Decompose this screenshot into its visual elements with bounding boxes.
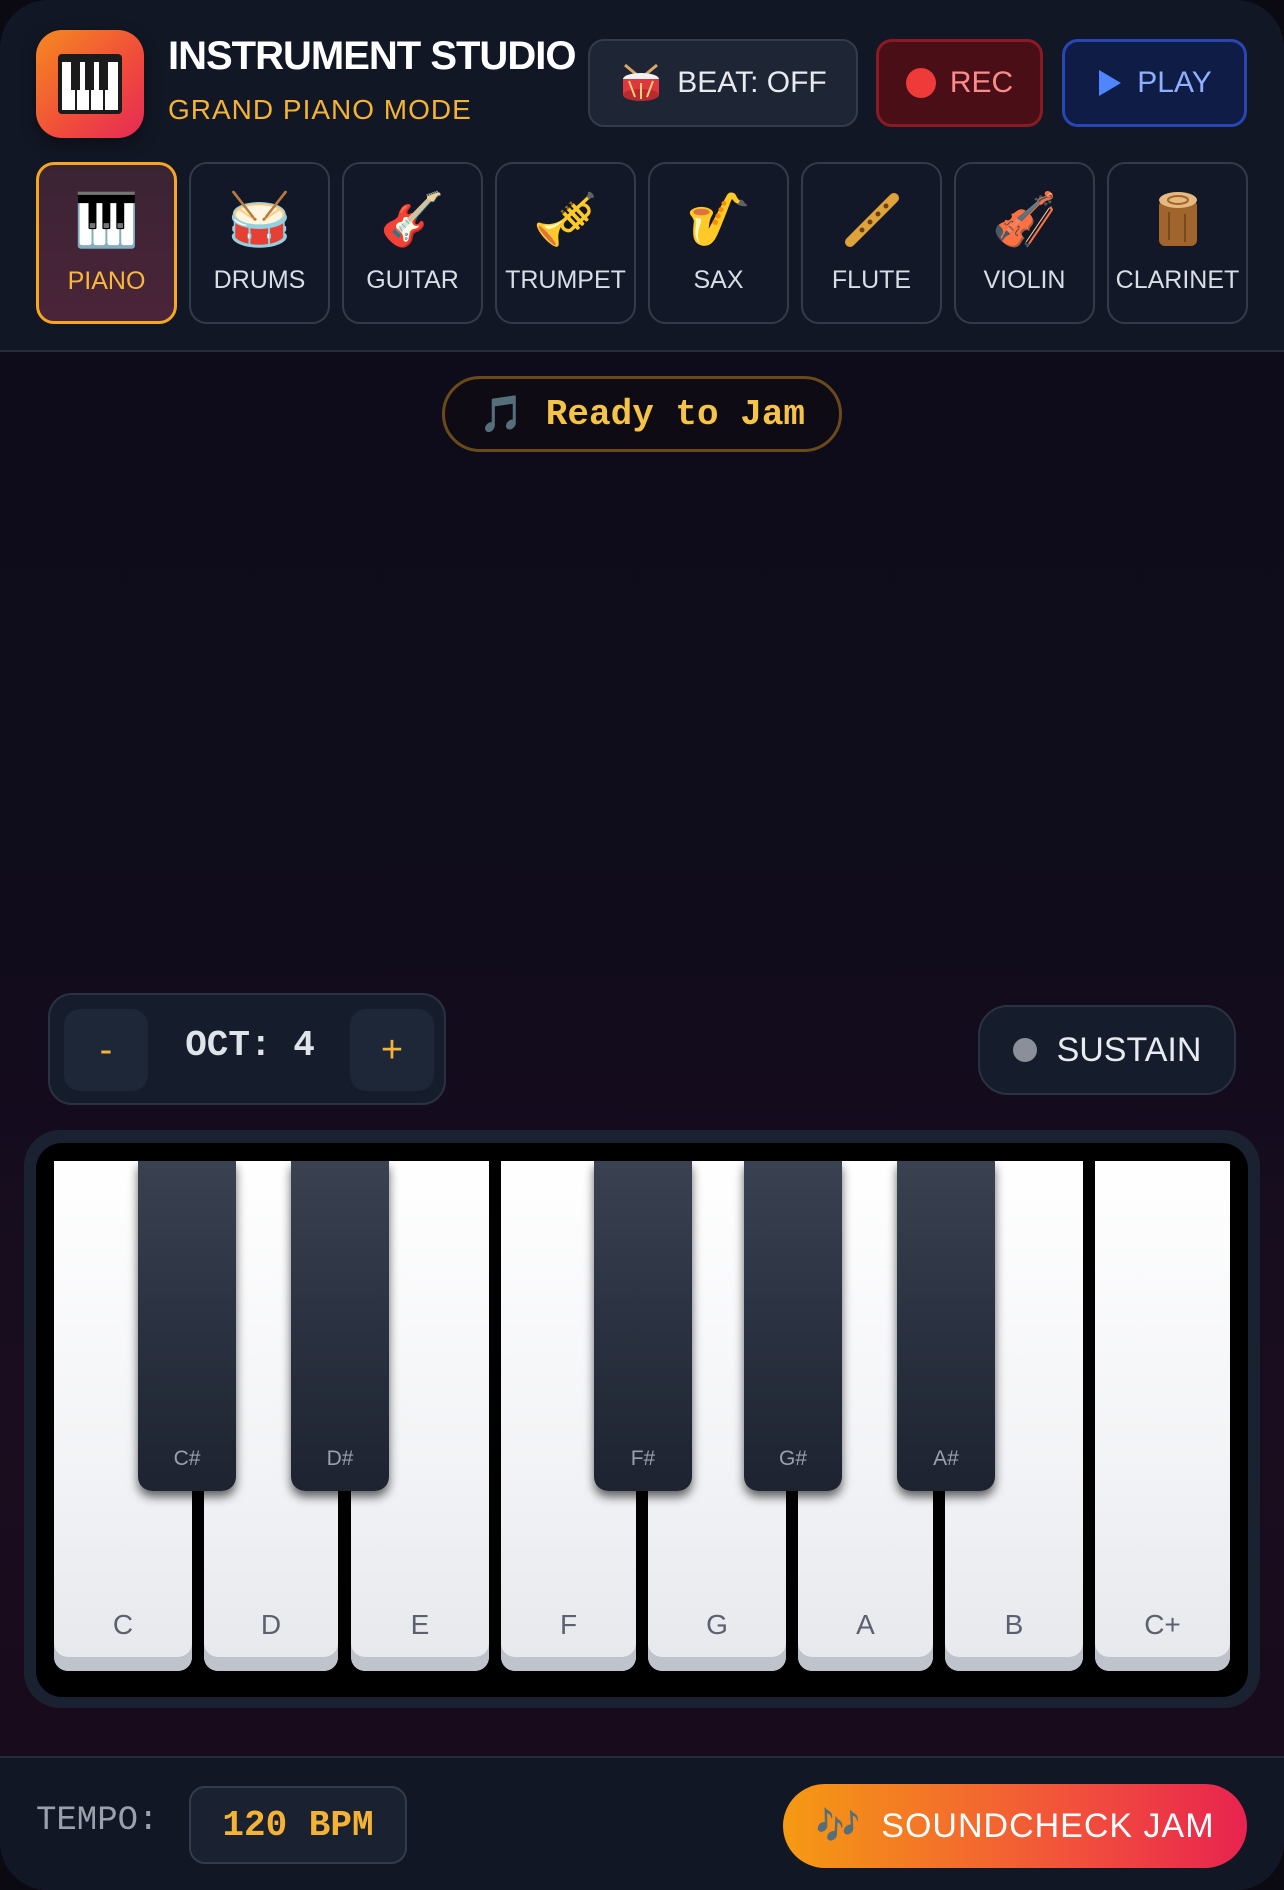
app-logo: [36, 30, 144, 138]
play-button[interactable]: PLAY: [1062, 39, 1247, 127]
instrument-label: TRUMPET: [505, 266, 626, 294]
header: INSTRUMENT STUDIO GRAND PIANO MODE BEAT:…: [0, 0, 1284, 352]
octave-control: - OCT: 4 +: [48, 993, 446, 1105]
violin-icon: 🎻: [992, 190, 1057, 250]
instrument-label: DRUMS: [213, 266, 306, 294]
play-icon: [1097, 68, 1123, 98]
black-key-d-sharp[interactable]: D#: [291, 1161, 389, 1491]
status-text: Ready to Jam: [545, 393, 806, 435]
tempo-value[interactable]: 120 BPM: [189, 1786, 407, 1864]
octave-down-button[interactable]: -: [64, 1009, 148, 1091]
key-label: A: [856, 1609, 875, 1640]
key-label: G#: [778, 1447, 807, 1470]
key-label: B: [1004, 1609, 1024, 1640]
instrument-label: CLARINET: [1115, 266, 1240, 294]
music-note-icon: 🎵: [478, 394, 524, 435]
instrument-studio-app: INSTRUMENT STUDIO GRAND PIANO MODE BEAT:…: [0, 0, 1284, 1890]
key-label: G: [706, 1609, 728, 1640]
sustain-indicator-icon: [1012, 1038, 1037, 1062]
key-label: A#: [933, 1447, 959, 1470]
black-key-g-sharp[interactable]: G#: [744, 1161, 842, 1491]
guitar-icon: 🎸: [380, 190, 445, 250]
record-dot-icon: [905, 68, 936, 98]
instrument-label: SAX: [693, 266, 744, 294]
sustain-label: SUSTAIN: [1056, 1030, 1202, 1069]
key-label: C+: [1144, 1609, 1181, 1640]
record-button-label: REC: [949, 66, 1014, 99]
octave-label: OCT: 4: [185, 1025, 315, 1066]
key-label: C#: [173, 1447, 201, 1470]
record-button[interactable]: REC: [876, 39, 1043, 127]
status-badge: 🎵 Ready to Jam: [442, 376, 842, 452]
beat-toggle-button[interactable]: BEAT: OFF: [588, 39, 858, 127]
beat-button-label: BEAT: OFF: [677, 66, 827, 99]
instrument-label: VIOLIN: [983, 266, 1066, 294]
flute-icon: [803, 190, 940, 263]
piano-icon: 🎹: [74, 191, 139, 251]
mode-subtitle: GRAND PIANO MODE: [168, 94, 472, 125]
trumpet-icon: 🎺: [533, 190, 598, 250]
drum-icon: [619, 63, 663, 103]
piano-icon: [58, 54, 122, 114]
instrument-tab-guitar[interactable]: 🎸 GUITAR: [342, 162, 483, 324]
instrument-tab-clarinet[interactable]: CLARINET: [1107, 162, 1248, 324]
instrument-label: PIANO: [67, 267, 146, 295]
instrument-tab-piano[interactable]: 🎹 PIANO: [36, 162, 177, 324]
tempo-label: TEMPO:: [36, 1802, 159, 1840]
drum-icon: 🥁: [227, 190, 292, 250]
black-key-f-sharp[interactable]: F#: [594, 1161, 692, 1491]
instrument-tab-trumpet[interactable]: 🎺 TRUMPET: [495, 162, 636, 324]
music-notes-icon: 🎶: [815, 1806, 862, 1847]
instrument-tab-flute[interactable]: FLUTE: [801, 162, 942, 324]
key-label: D#: [326, 1447, 354, 1470]
play-button-label: PLAY: [1137, 66, 1212, 99]
piano-keyboard: C D E F G A B C+ C# D# F# G# A#: [36, 1143, 1248, 1697]
instrument-label: GUITAR: [366, 266, 459, 294]
wood-log-icon: [1109, 190, 1246, 263]
instrument-tab-violin[interactable]: 🎻 VIOLIN: [954, 162, 1095, 324]
white-key-c-plus[interactable]: C+: [1095, 1161, 1230, 1671]
black-key-c-sharp[interactable]: C#: [138, 1161, 236, 1491]
sustain-toggle[interactable]: SUSTAIN: [978, 1005, 1236, 1095]
instrument-tab-sax[interactable]: 🎷 SAX: [648, 162, 789, 324]
jam-button-label: SOUNDCHECK JAM: [881, 1806, 1215, 1845]
octave-up-button[interactable]: +: [350, 1009, 434, 1091]
footer: TEMPO: 120 BPM 🎶 SOUNDCHECK JAM: [0, 1756, 1284, 1890]
key-label: F: [559, 1609, 578, 1640]
key-label: F#: [630, 1447, 656, 1470]
black-key-a-sharp[interactable]: A#: [897, 1161, 995, 1491]
soundcheck-jam-button[interactable]: 🎶 SOUNDCHECK JAM: [783, 1784, 1247, 1868]
key-label: C: [112, 1609, 134, 1640]
app-title: INSTRUMENT STUDIO: [168, 34, 576, 78]
instrument-label: FLUTE: [831, 266, 912, 294]
key-label: D: [260, 1609, 282, 1640]
instrument-tab-drums[interactable]: 🥁 DRUMS: [189, 162, 330, 324]
saxophone-icon: 🎷: [686, 190, 751, 250]
key-label: E: [410, 1609, 430, 1640]
